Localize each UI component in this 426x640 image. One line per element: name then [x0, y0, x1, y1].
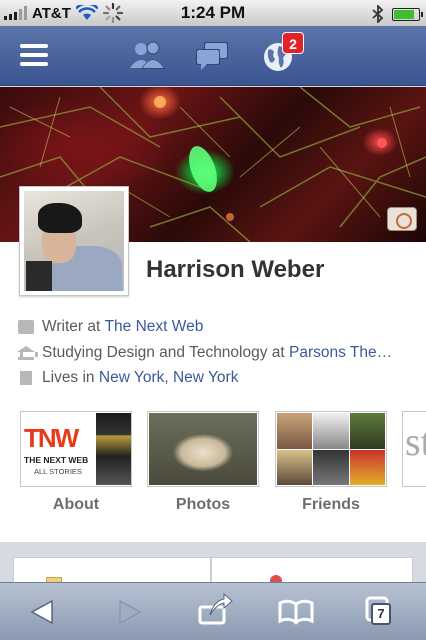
- work-link[interactable]: The Next Web: [105, 318, 204, 336]
- change-cover-camera-icon[interactable]: [387, 207, 417, 231]
- friends-thumbnail-grid: [277, 413, 385, 485]
- pages-icon[interactable]: 7: [350, 583, 410, 640]
- study-prefix: Studying Design and Technology at: [42, 344, 285, 361]
- tnw-logo: TNW: [24, 423, 79, 453]
- friends-label[interactable]: Friends: [275, 496, 387, 514]
- app-screen: AT&T 1:24 PM 2 Harrison Weber Writer at …: [0, 0, 426, 640]
- photos-label[interactable]: Photos: [147, 496, 259, 514]
- about-thumbnail: TNW THE NEXT WEB ALL STORIES: [22, 413, 96, 485]
- share-icon[interactable]: [184, 583, 244, 640]
- pages-count: 7: [371, 603, 391, 625]
- work-prefix: Writer at: [42, 318, 101, 335]
- profile-photo: [24, 191, 124, 291]
- battery-icon: [392, 7, 423, 21]
- briefcase-icon: [18, 320, 34, 334]
- profile-name: Harrison Weber: [146, 256, 325, 283]
- building-icon: [20, 371, 32, 385]
- bookmarks-icon[interactable]: [266, 583, 326, 640]
- study-link[interactable]: Parsons The…: [289, 344, 392, 362]
- status-bar: AT&T 1:24 PM: [0, 0, 426, 26]
- photos-tile[interactable]: [147, 411, 259, 487]
- avatar[interactable]: [19, 186, 129, 296]
- tnw-title: THE NEXT WEB: [24, 455, 89, 465]
- friends-tile[interactable]: [275, 411, 387, 487]
- school-icon: [17, 346, 38, 360]
- info-study-row: Studying Design and Technology at Parson…: [17, 344, 392, 362]
- more-tile[interactable]: sty: [402, 411, 426, 487]
- forward-arrow-icon[interactable]: [98, 583, 158, 640]
- status-right-group: [372, 5, 423, 23]
- messages-icon[interactable]: [192, 38, 232, 74]
- info-work-row: Writer at The Next Web: [18, 318, 203, 336]
- bluetooth-icon: [372, 5, 384, 23]
- status-time: 1:24 PM: [180, 3, 246, 22]
- info-lives-row: Lives in New York, New York: [18, 369, 238, 387]
- lives-prefix: Lives in: [42, 369, 95, 386]
- tnw-subtitle: ALL STORIES: [34, 467, 82, 476]
- notification-count-badge: 2: [282, 32, 304, 54]
- about-thumbnail-side: [96, 413, 131, 485]
- hamburger-menu-icon[interactable]: [20, 44, 48, 66]
- more-tile-text: sty: [405, 419, 426, 464]
- facebook-top-bar: 2: [0, 26, 426, 86]
- safari-toolbar: 7: [0, 582, 426, 640]
- friend-requests-icon[interactable]: [127, 38, 167, 74]
- photos-thumbnail: [149, 413, 257, 485]
- about-label[interactable]: About: [20, 496, 132, 514]
- lives-link[interactable]: New York, New York: [99, 369, 239, 387]
- back-arrow-icon[interactable]: [14, 583, 74, 640]
- about-tile[interactable]: TNW THE NEXT WEB ALL STORIES: [20, 411, 132, 487]
